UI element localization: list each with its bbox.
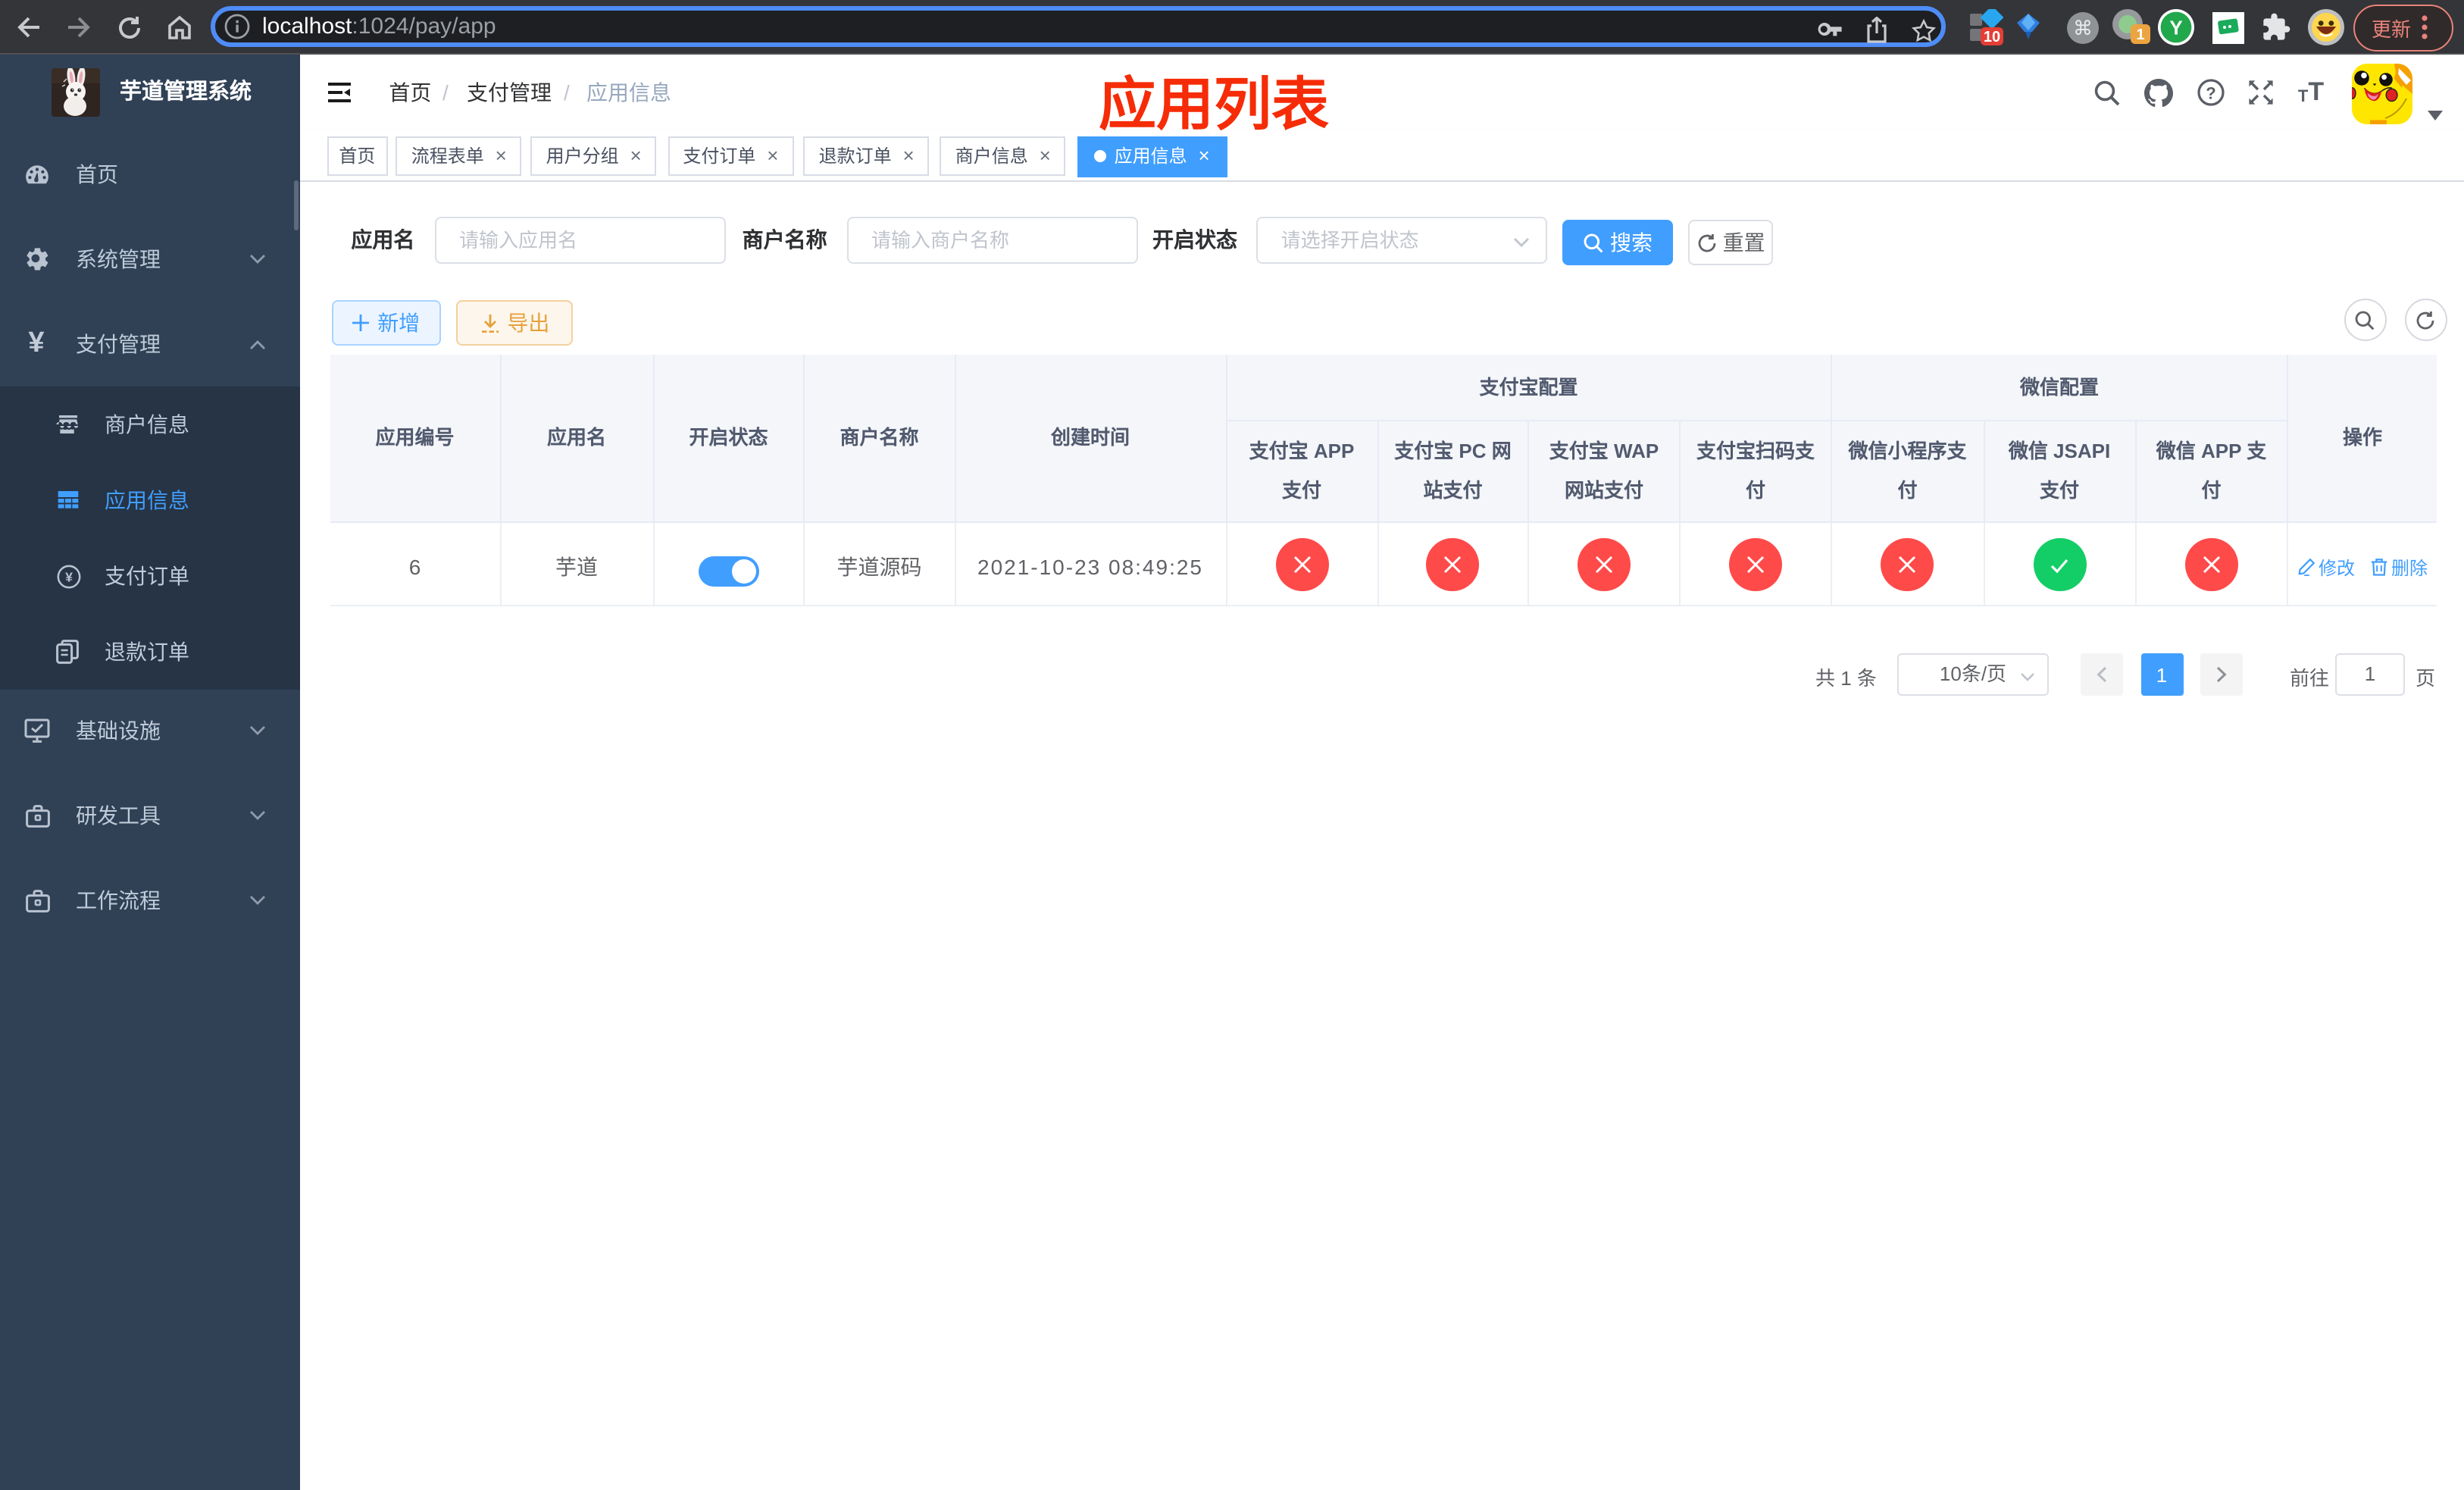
svg-text:Y: Y <box>2169 17 2182 39</box>
svg-text:10: 10 <box>1984 29 2000 45</box>
svg-text:¥: ¥ <box>64 568 72 584</box>
svg-text:⌘: ⌘ <box>2072 16 2092 39</box>
svg-text:?: ? <box>2205 83 2215 102</box>
svg-text:1: 1 <box>2136 27 2144 43</box>
